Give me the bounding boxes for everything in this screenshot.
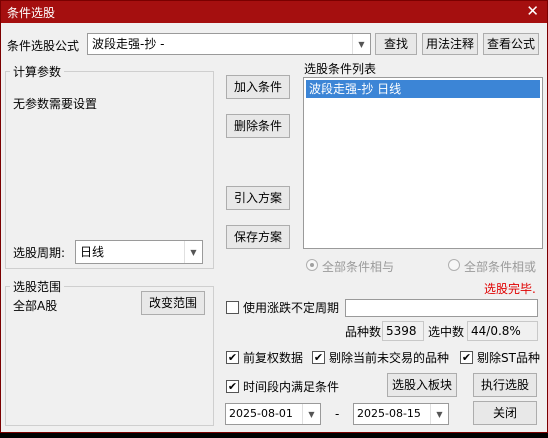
period-satisfy-label: 时间段内满足条件 (243, 380, 340, 394)
formula-value: 波段走强-抄 - (92, 37, 165, 51)
date-to-picker[interactable]: 2025-08-15 ▼ (353, 403, 449, 425)
find-button-label: 查找 (383, 37, 408, 51)
window-title: 条件选股 (7, 6, 56, 20)
formula-select[interactable]: 波段走强-抄 - ▼ (87, 33, 371, 55)
date-separator: - (335, 407, 340, 421)
date-from-picker[interactable]: 2025-08-01 ▼ (225, 403, 321, 425)
run-selection-label: 执行选股 (480, 378, 529, 392)
import-plan-button[interactable]: 引入方案 (226, 186, 290, 210)
forward-adjust-checkbox[interactable]: ✔ (226, 351, 239, 364)
params-group-label: 计算参数 (10, 63, 65, 80)
date-from-value: 2025-08-01 (229, 407, 293, 420)
checkmark-icon: ✔ (227, 351, 238, 364)
all-or-label: 全部条件相或 (464, 260, 537, 274)
condition-list-label: 选股条件列表 (304, 62, 377, 76)
list-item[interactable]: 波段走强-抄 日线 (306, 80, 540, 98)
unfixed-period-checkbox[interactable] (226, 301, 239, 314)
save-plan-button[interactable]: 保存方案 (226, 225, 290, 249)
count-value: 5398 (382, 321, 424, 341)
close-button[interactable]: 关闭 (473, 401, 537, 425)
to-board-button[interactable]: 选股入板块 (387, 373, 457, 397)
period-value: 日线 (80, 245, 105, 259)
save-plan-label: 保存方案 (233, 230, 282, 244)
run-selection-button[interactable]: 执行选股 (473, 373, 537, 397)
all-or-radio[interactable] (448, 259, 460, 271)
checkmark-icon: ✔ (461, 351, 472, 364)
chevron-down-icon[interactable]: ▼ (184, 241, 202, 263)
to-board-label: 选股入板块 (391, 378, 452, 392)
close-button-label: 关闭 (492, 406, 517, 420)
delete-condition-label: 删除条件 (233, 119, 282, 133)
forward-adjust-label: 前复权数据 (243, 351, 304, 365)
range-group-label: 选股范围 (10, 278, 65, 295)
title-bar[interactable]: 条件选股 ✕ (1, 1, 547, 23)
unfixed-period-label: 使用涨跌不定周期 (243, 301, 340, 315)
period-satisfy-checkbox[interactable]: ✔ (226, 380, 239, 393)
exclude-untraded-checkbox[interactable]: ✔ (312, 351, 325, 364)
period-label: 选股周期: (13, 246, 66, 260)
delete-condition-button[interactable]: 删除条件 (226, 114, 290, 138)
chevron-down-icon[interactable]: ▼ (430, 404, 448, 424)
date-to-value: 2025-08-15 (357, 407, 421, 420)
period-select[interactable]: 日线 ▼ (75, 240, 203, 264)
chevron-down-icon[interactable]: ▼ (352, 34, 370, 54)
selected-value: 44/0.8% (467, 321, 538, 341)
checkmark-icon: ✔ (227, 380, 238, 393)
formula-label: 条件选股公式 (7, 39, 80, 53)
change-range-button[interactable]: 改变范围 (141, 291, 205, 315)
condition-list[interactable]: 波段走强-抄 日线 (303, 77, 543, 249)
usage-note-button[interactable]: 用法注释 (422, 33, 478, 55)
no-params-text: 无参数需要设置 (13, 97, 98, 111)
range-value: 全部A股 (13, 299, 58, 313)
usage-note-button-label: 用法注释 (425, 37, 474, 51)
close-icon[interactable]: ✕ (526, 2, 539, 20)
exclude-st-label: 剔除ST品种 (477, 351, 540, 365)
status-text: 选股完毕. (484, 282, 536, 296)
condition-select-window: 条件选股 ✕ 条件选股公式 波段走强-抄 - ▼ 查找 用法注释 查看公式 计算… (0, 0, 548, 433)
view-formula-button[interactable]: 查看公式 (483, 33, 539, 55)
import-plan-label: 引入方案 (233, 191, 282, 205)
all-and-label: 全部条件相与 (322, 260, 395, 274)
all-and-radio[interactable] (306, 259, 318, 271)
background-chart-strip (0, 433, 548, 438)
exclude-untraded-label: 剔除当前未交易的品种 (329, 351, 450, 365)
chevron-down-icon[interactable]: ▼ (302, 404, 320, 424)
change-range-label: 改变范围 (148, 296, 197, 310)
selected-label: 选中数 (428, 325, 465, 339)
add-condition-button[interactable]: 加入条件 (226, 75, 290, 99)
exclude-st-checkbox[interactable]: ✔ (460, 351, 473, 364)
checkmark-icon: ✔ (313, 351, 324, 364)
unfixed-period-input[interactable] (345, 299, 538, 317)
find-button[interactable]: 查找 (375, 33, 417, 55)
count-label: 品种数 (345, 325, 382, 339)
view-formula-button-label: 查看公式 (486, 37, 535, 51)
add-condition-label: 加入条件 (233, 80, 282, 94)
